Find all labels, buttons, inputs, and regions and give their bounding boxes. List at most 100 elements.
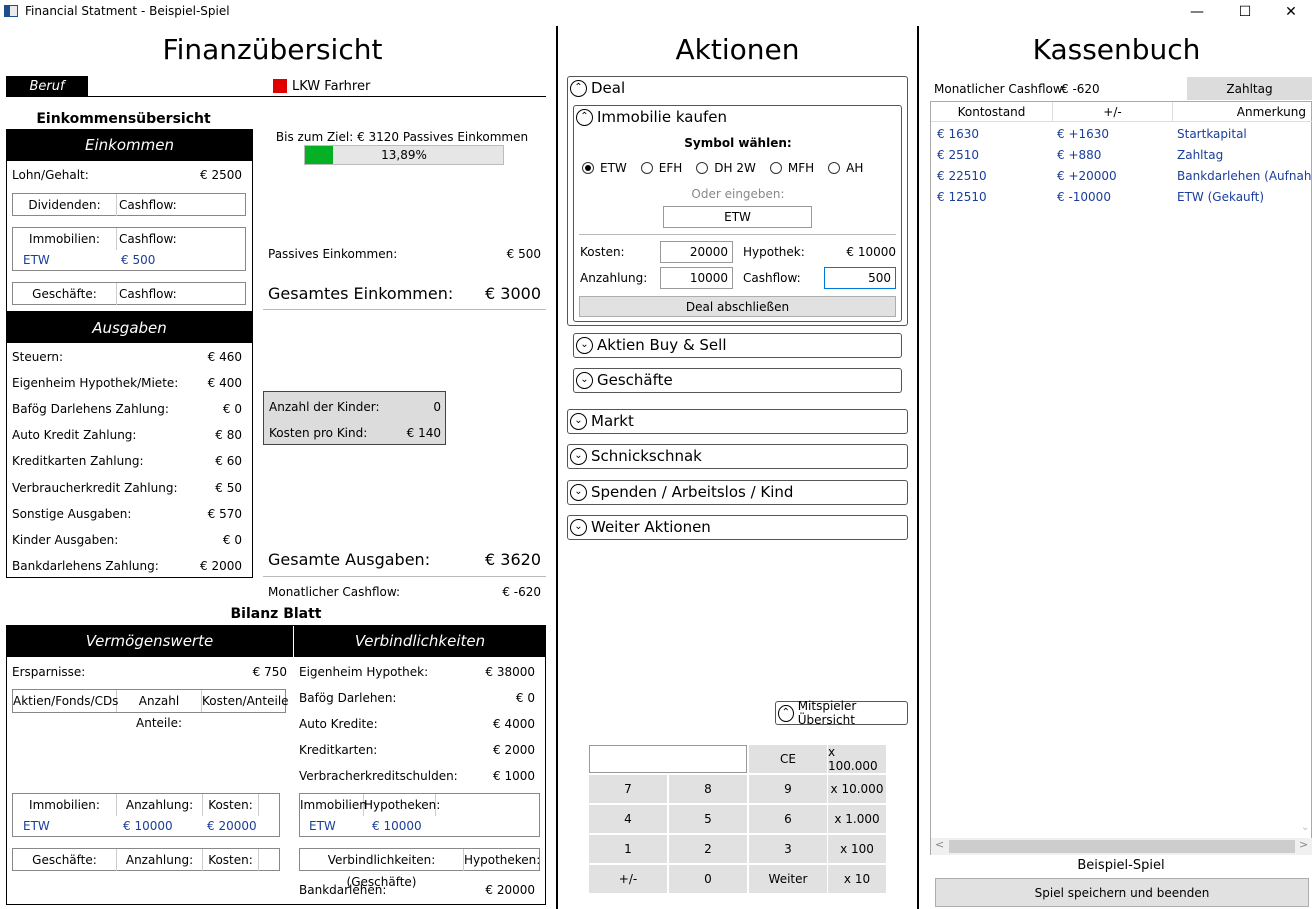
ausgaben-value: € 60 <box>215 454 242 469</box>
column-divider <box>556 26 558 909</box>
key-k2[interactable]: 2 <box>669 835 747 863</box>
save-exit-button[interactable]: Spiel speichern und beenden <box>935 878 1309 907</box>
radio-circle[interactable] <box>582 162 594 174</box>
immobilien-asset-table[interactable]: Immobilien: Anzahlung: Kosten: ETW € 10000… <box>12 793 280 837</box>
key-k1[interactable]: 1 <box>589 835 667 863</box>
key-pm[interactable]: +/- <box>589 865 667 893</box>
kassenbuch-list[interactable]: Kontostand +/- Anmerkung € 1630 € +1630 St… <box>930 101 1312 855</box>
key-x10[interactable]: x 10 <box>828 865 886 893</box>
deal-abschliessen-button[interactable]: Deal abschließen <box>579 296 896 317</box>
einkommen-header: Einkommen <box>6 129 253 161</box>
immobilien-liab-table[interactable]: Immobilien Hypotheken: ETW € 10000 <box>299 793 540 837</box>
liability-value: € 0 <box>515 690 535 705</box>
table-row[interactable]: € 2510 € +880 Zahltag <box>931 144 1312 165</box>
scrollbar-thumb[interactable] <box>949 840 1295 853</box>
symbol-input[interactable]: ETW <box>663 206 812 228</box>
geschaefte-income-table[interactable]: Geschäfte: Cashflow: <box>12 282 246 305</box>
radio-circle[interactable] <box>640 162 653 174</box>
geschaefte-liab-table[interactable]: Verbindlichkeiten: (Geschäfte) Hypotheken… <box>299 848 540 889</box>
geschaefte-asset-table[interactable]: Geschäfte: Anzahlung: Kosten: <box>12 848 280 871</box>
weiter-aktionen-expander[interactable]: ⌄ Weiter Aktionen <box>567 515 908 540</box>
weiter-aktionen-label: Weiter Aktionen <box>591 518 711 536</box>
liability-value: € 38000 <box>485 665 535 679</box>
key-k5[interactable]: 5 <box>669 805 747 833</box>
radio-label: DH 2W <box>714 161 756 175</box>
key-x100[interactable]: x 100 <box>828 835 886 863</box>
lohn-label: Lohn/Gehalt: <box>12 168 89 182</box>
aktien-expander[interactable]: ⌄ Aktien Buy & Sell <box>573 333 902 358</box>
plusminus-col[interactable]: +/- <box>1053 101 1173 122</box>
anzahlung-input[interactable]: 10000 <box>660 267 733 289</box>
anmerkung-col[interactable]: Anmerkung <box>1173 102 1312 122</box>
schnickschnak-expander[interactable]: ⌄ Schnickschnak <box>567 444 908 469</box>
beruf-color-swatch <box>273 79 287 93</box>
table-row[interactable]: ETW € 10000 <box>300 816 539 836</box>
key-ce[interactable]: CE <box>749 745 827 773</box>
table-row[interactable]: ETW € 500 <box>13 250 245 270</box>
key-x10000[interactable]: x 10.000 <box>828 775 886 803</box>
ausgaben-value: € 400 <box>207 376 242 391</box>
maximize-button[interactable]: ☐ <box>1222 0 1268 23</box>
geschaefte-col: Geschäfte: <box>13 849 117 871</box>
ausgaben-value: € 0 <box>222 532 242 547</box>
radio-label: EFH <box>658 161 683 175</box>
dividenden-table[interactable]: Dividenden: Cashflow: <box>12 193 246 216</box>
liability-label: Kreditkarten: <box>299 742 378 757</box>
cashflow-input[interactable]: 500 <box>824 267 896 289</box>
vermoegen-header: Vermögenswerte <box>6 625 293 657</box>
immobilien-col: Immobilien: <box>13 228 117 250</box>
radio-efh[interactable]: EFH <box>640 161 683 175</box>
key-k8[interactable]: 8 <box>669 775 747 803</box>
table-row[interactable]: ETW € 10000 € 20000 <box>13 816 279 836</box>
table-row[interactable]: € 1630 € +1630 Startkapital <box>931 123 1312 144</box>
ausgaben-value: € 50 <box>215 480 242 495</box>
table-row[interactable]: € 12510 € -10000 ETW (Gekauft) <box>931 186 1312 207</box>
horizontal-scrollbar[interactable]: < > <box>931 838 1312 855</box>
symbol-waehlen-label: Symbol wählen: <box>684 136 792 150</box>
mitspieler-expander[interactable]: ⌃ Mitspieler Übersicht <box>775 699 908 727</box>
key-weiter[interactable]: Weiter <box>749 865 827 893</box>
kosten-input[interactable]: 20000 <box>660 241 733 263</box>
scroll-right-icon[interactable]: > <box>1299 838 1308 851</box>
radio-mfh[interactable]: MFH <box>769 161 814 175</box>
zahltag-button[interactable]: Zahltag <box>1187 77 1312 100</box>
key-k6[interactable]: 6 <box>749 805 827 833</box>
minimize-button[interactable]: — <box>1174 0 1220 23</box>
spenden-expander[interactable]: ⌄ Spenden / Arbeitslos / Kind <box>567 480 908 505</box>
markt-expander[interactable]: ⌄ Markt <box>567 409 908 434</box>
scroll-left-icon[interactable]: < <box>935 838 944 851</box>
radio-circle[interactable] <box>769 162 782 174</box>
key-k9[interactable]: 9 <box>749 775 827 803</box>
radio-circle[interactable] <box>828 162 841 174</box>
radio-dh-2w[interactable]: DH 2W <box>696 161 756 175</box>
key-k0[interactable]: 0 <box>669 865 747 893</box>
lohn-value: € 2500 <box>200 168 242 182</box>
key-k3[interactable]: 3 <box>749 835 827 863</box>
key-k7[interactable]: 7 <box>589 775 667 803</box>
geschaefte-expander[interactable]: ⌄ Geschäfte <box>573 368 902 393</box>
key-x100000[interactable]: x 100.000 <box>828 745 886 773</box>
key-x1000[interactable]: x 1.000 <box>828 805 886 833</box>
key-k4[interactable]: 4 <box>589 805 667 833</box>
ausgaben-label: Bafög Darlehens Zahlung: <box>12 402 169 417</box>
cashflow-label: Cashflow: <box>743 271 801 285</box>
close-button[interactable]: ✕ <box>1268 0 1312 23</box>
liability-row: Bafög Darlehen: € 0 <box>299 689 535 707</box>
chevron-up-icon: ⌃ <box>778 704 794 722</box>
liability-label: Bafög Darlehen: <box>299 690 397 705</box>
radio-circle[interactable] <box>696 162 709 174</box>
immobilien-income-table[interactable]: Immobilien: Cashflow: ETW € 500 <box>12 227 246 271</box>
calculator-display[interactable] <box>589 745 747 773</box>
aktien-table[interactable]: Aktien/Fonds/CDs Anzahl Anteile: Kosten/An… <box>12 689 289 730</box>
deal-expander-header[interactable]: ⌃ Deal <box>568 77 907 99</box>
kontostand-col[interactable]: Kontostand <box>931 101 1053 122</box>
passiv-label: Passives Einkommen: <box>268 247 398 261</box>
immobilie-kaufen-header[interactable]: ⌃ Immobilie kaufen <box>574 106 901 128</box>
liability-row: Eigenheim Hypothek: € 38000 <box>299 663 535 681</box>
table-row[interactable]: € 22510 € +20000 Bankdarlehen (Aufnah <box>931 165 1312 186</box>
radio-ah[interactable]: AH <box>828 161 863 175</box>
ausgaben-value: € 0 <box>222 402 242 417</box>
scroll-down-icon[interactable]: ⌄ <box>1301 822 1309 833</box>
schnickschnak-label: Schnickschnak <box>591 447 702 465</box>
radio-etw[interactable]: ETW <box>582 161 627 175</box>
